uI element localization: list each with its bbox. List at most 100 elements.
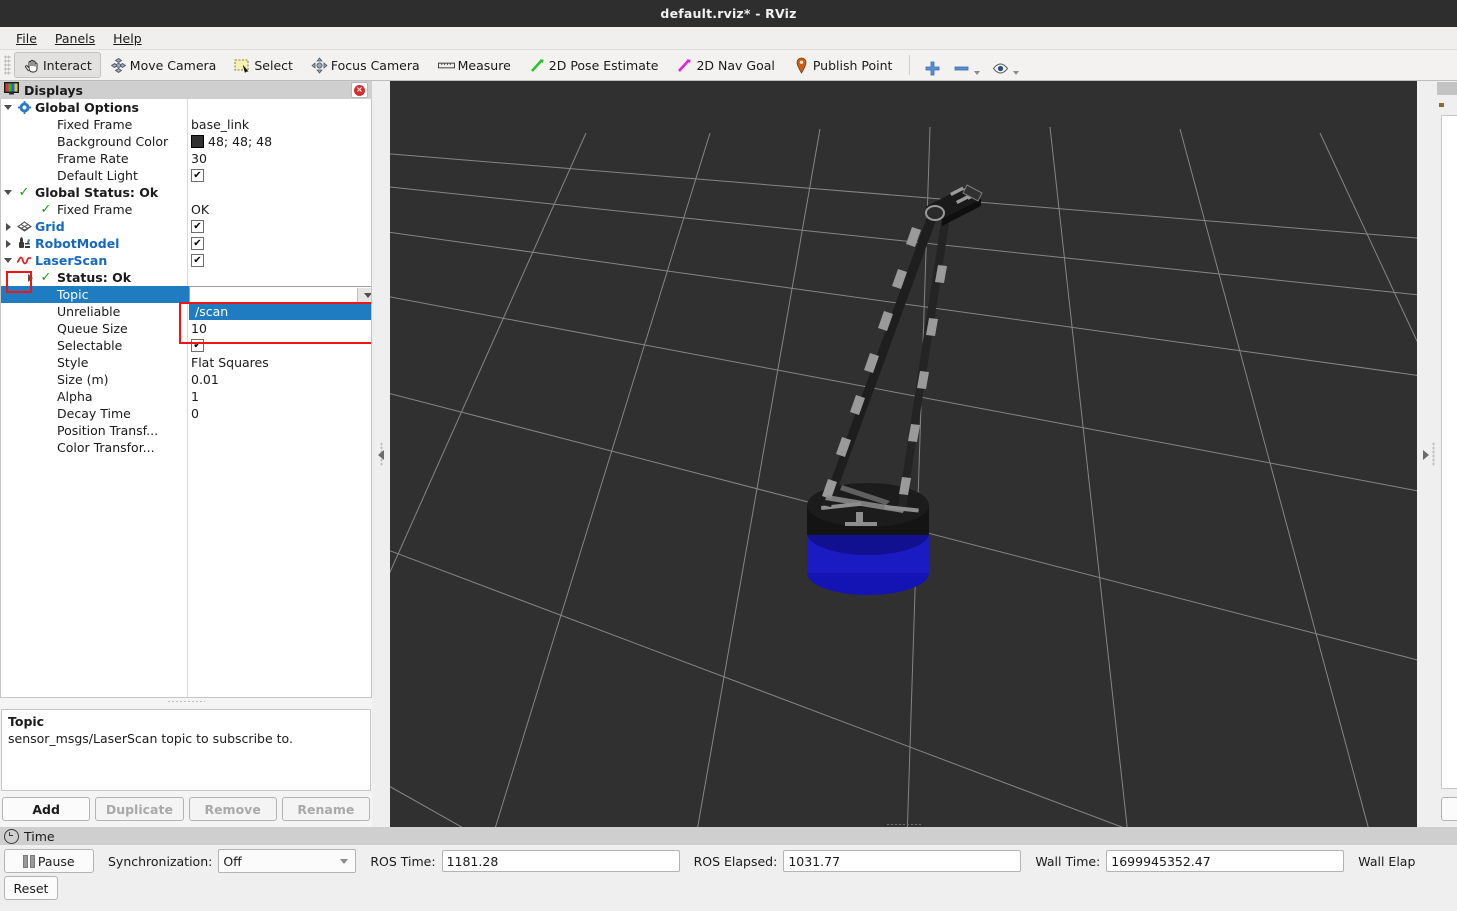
pause-button[interactable]: Pause (4, 849, 94, 873)
tree-row-laserscan[interactable]: LaserScan ✔ (1, 252, 371, 269)
tree-row-value[interactable]: OK (191, 202, 369, 217)
tree-row-value[interactable]: 30 (191, 151, 369, 166)
views-panel-tree[interactable] (1441, 115, 1457, 789)
map-pin-icon (793, 57, 810, 74)
tree-row-queue-size[interactable]: Queue Size 10 (1, 320, 371, 337)
tree-row-value[interactable]: ✔ (191, 254, 369, 267)
gear-icon (15, 101, 33, 114)
expand-arrow-right-icon[interactable] (1, 239, 15, 248)
collapse-left-arrow-icon[interactable] (378, 450, 384, 460)
synchronization-select[interactable]: Off (218, 849, 357, 873)
right-splitter[interactable] (1417, 81, 1435, 827)
tree-row-unreliable[interactable]: Unreliable (1, 303, 371, 320)
tool-2d-pose-estimate[interactable]: 2D Pose Estimate (520, 52, 668, 78)
tree-row-value[interactable]: ✔ (191, 220, 369, 233)
close-icon[interactable]: × (351, 82, 368, 98)
tree-row-decay-time[interactable]: Decay Time 0 (1, 405, 371, 422)
toolbar-grip[interactable] (4, 55, 11, 75)
remove-dropdown-arrow-icon[interactable] (974, 71, 981, 75)
tree-row-selectable[interactable]: Selectable ✔ (1, 337, 371, 354)
tool-2d-nav-goal[interactable]: 2D Nav Goal (667, 52, 783, 78)
tree-row-value[interactable]: ✔ (191, 237, 369, 250)
tool-add-display[interactable] (918, 52, 947, 78)
duplicate-button[interactable]: Duplicate (95, 797, 184, 821)
tree-row-default-light[interactable]: Default Light ✔ (1, 167, 371, 184)
tree-row-value[interactable]: Flat Squares (191, 355, 369, 370)
topic-combo-arrow[interactable] (357, 288, 371, 302)
tool-remove-display[interactable] (947, 52, 986, 78)
displays-tree[interactable]: Global Options Fixed Frame base_link Backgr… (0, 99, 372, 698)
tool-focus-camera[interactable]: Focus Camera (302, 52, 429, 78)
value-text: 0 (191, 406, 199, 421)
expand-arrow-right-icon[interactable] (23, 273, 37, 282)
tree-row-fixed-frame[interactable]: Fixed Frame base_link (1, 116, 371, 133)
menu-help[interactable]: Help (105, 29, 152, 48)
expand-arrow-down-icon[interactable] (1, 258, 15, 263)
add-button[interactable]: Add (2, 797, 91, 821)
panel-splitter[interactable] (0, 698, 372, 705)
tree-row-value[interactable]: base_link (191, 117, 369, 132)
tree-row-frame-rate[interactable]: Frame Rate 30 (1, 150, 371, 167)
ros-time-value: 1181.28 (446, 853, 499, 869)
tree-row-global-options[interactable]: Global Options (1, 99, 371, 116)
left-splitter[interactable] (372, 81, 390, 827)
tree-row-fixed-frame[interactable]: ✓ Fixed Frame OK (1, 201, 371, 218)
tool-interact[interactable]: Interact (14, 52, 101, 78)
tree-row-value[interactable]: ✔ (191, 169, 369, 182)
checkbox[interactable]: ✔ (191, 254, 204, 267)
tree-row-value[interactable]: 10 (191, 321, 369, 336)
value-text: 30 (191, 151, 207, 166)
collapse-right-arrow-icon[interactable] (1423, 450, 1429, 460)
tool-visibility[interactable] (986, 52, 1025, 78)
tree-row-label: Global Options (35, 100, 139, 115)
expand-arrow-down-icon[interactable] (1, 190, 15, 195)
views-panel-button[interactable] (1441, 797, 1457, 821)
tool-select-label: Select (254, 57, 293, 73)
tree-row-background-color[interactable]: Background Color 48; 48; 48 (1, 133, 371, 150)
tree-row-alpha[interactable]: Alpha 1 (1, 388, 371, 405)
checkbox[interactable]: ✔ (191, 339, 204, 352)
checkbox[interactable]: ✔ (191, 169, 204, 182)
render-viewport-3d[interactable] (390, 81, 1417, 827)
rename-button[interactable]: Rename (281, 797, 370, 821)
checkbox[interactable]: ✔ (191, 237, 204, 250)
nav-arrow-magenta-icon (676, 57, 693, 74)
checkbox[interactable]: ✔ (191, 220, 204, 233)
wall-time-field[interactable]: 1699945352.47 (1106, 850, 1345, 872)
tree-row-global-status-ok[interactable]: ✓ Global Status: Ok (1, 184, 371, 201)
tree-row-position-transf[interactable]: Position Transf... (1, 422, 371, 439)
tool-measure[interactable]: Measure (429, 52, 520, 78)
tool-publish-point[interactable]: Publish Point (784, 52, 902, 78)
expand-arrow-right-icon[interactable] (1, 222, 15, 231)
tree-row-color-transfor[interactable]: Color Transfor... (1, 439, 371, 456)
tree-row-value[interactable]: ✔ (191, 339, 369, 352)
color-swatch[interactable] (191, 135, 204, 148)
ros-elapsed-value: 1031.77 (788, 853, 841, 869)
remove-button[interactable]: Remove (188, 797, 277, 821)
topic-combo[interactable] (189, 286, 371, 304)
tree-row-value[interactable]: 1 (191, 389, 369, 404)
ros-elapsed-field[interactable]: 1031.77 (783, 850, 1022, 872)
ros-time-field[interactable]: 1181.28 (441, 850, 680, 872)
tree-row-value[interactable]: 48; 48; 48 (191, 134, 369, 149)
tree-row-value[interactable]: 0 (191, 406, 369, 421)
tool-move-camera[interactable]: Move Camera (101, 52, 226, 78)
select-rect-icon (234, 57, 251, 74)
menu-file[interactable]: File (8, 29, 47, 48)
menu-panels[interactable]: Panels (47, 29, 105, 48)
tree-row-size-m[interactable]: Size (m) 0.01 (1, 371, 371, 388)
tree-rows-container: Global Options Fixed Frame base_link Backgr… (1, 99, 371, 456)
expand-arrow-down-icon[interactable] (1, 105, 15, 110)
tree-row-style[interactable]: Style Flat Squares (1, 354, 371, 371)
tool-select[interactable]: Select (225, 52, 302, 78)
visibility-dropdown-arrow-icon[interactable] (1013, 71, 1020, 75)
help-title: Topic (8, 714, 45, 729)
views-panel-stub[interactable] (1435, 81, 1457, 827)
tree-row-value[interactable]: 0.01 (191, 372, 369, 387)
tree-row-status-ok[interactable]: ✓ Status: Ok (1, 269, 371, 286)
tree-row-grid[interactable]: Grid ✔ (1, 218, 371, 235)
tree-row-robotmodel[interactable]: RobotModel ✔ (1, 235, 371, 252)
viewport-bottom-grip[interactable] (885, 823, 922, 826)
reset-button[interactable]: Reset (4, 876, 58, 900)
tool-interact-label: Interact (43, 57, 92, 73)
